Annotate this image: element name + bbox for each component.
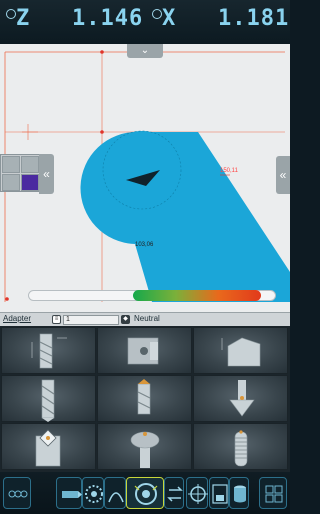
chevron-double-left-icon[interactable]: «	[276, 156, 290, 194]
chevron-double-down-icon[interactable]: ⌄	[127, 44, 163, 58]
tool-grooving-insert[interactable]	[193, 327, 288, 374]
app-root: Z 1.146 X 1.181 150,11 103,06 ⌄ « « Adap…	[0, 0, 290, 514]
coordinate-readout: Z 1.146 X 1.181	[0, 0, 290, 44]
z-axis-value[interactable]: 1.146	[72, 6, 143, 31]
adapter-label: Adapter	[3, 314, 32, 323]
zx-save-icon[interactable]	[209, 477, 229, 509]
neutral-icon[interactable]: ◆	[121, 315, 130, 324]
adapter-select[interactable]: 1	[63, 315, 119, 325]
axis-origin-icon	[152, 9, 162, 19]
z-axis-label: Z	[16, 6, 31, 31]
grid-view-icon[interactable]	[259, 477, 287, 509]
tool-twist-drill[interactable]	[97, 375, 192, 422]
progress-bar	[133, 290, 261, 301]
path-icon[interactable]	[104, 477, 126, 509]
tool-form-cutter[interactable]	[97, 423, 192, 470]
tool-boring-bar[interactable]	[97, 327, 192, 374]
view-cell[interactable]	[21, 156, 39, 173]
swap-icon[interactable]	[164, 477, 184, 509]
adapter-bar: Adapter ≡ 1 ◆ Neutral	[0, 312, 290, 326]
turret-icon[interactable]	[82, 477, 104, 509]
x-axis-label: X	[162, 6, 177, 31]
guide-point	[100, 50, 104, 54]
view-cell-active[interactable]	[21, 174, 39, 191]
origin-point	[5, 297, 9, 301]
tool-view-panel[interactable]	[0, 154, 40, 192]
spindle-icon[interactable]	[126, 477, 164, 509]
tool-end-mill[interactable]	[1, 327, 96, 374]
target-icon[interactable]	[186, 477, 208, 509]
tool-holder-icon[interactable]	[56, 477, 82, 509]
axis-origin-icon	[6, 9, 16, 19]
simulation-viewport[interactable]: 150,11 103,06 ⌄ « «	[0, 44, 290, 312]
guide-point	[100, 130, 104, 134]
x-axis-value[interactable]: 1.181	[218, 6, 289, 31]
bottom-toolbar	[0, 472, 290, 514]
list-icon[interactable]: ≡	[52, 315, 61, 324]
view-cell[interactable]	[2, 156, 20, 173]
dimension-label-1: 150,11	[220, 168, 239, 174]
tool-library-grid	[0, 326, 290, 472]
view-cell[interactable]	[2, 174, 20, 191]
collapse-left-icon[interactable]: «	[39, 154, 54, 194]
dimension-label-2: 103,06	[135, 242, 154, 248]
workpiece-arc	[103, 131, 181, 209]
tool-drill[interactable]	[1, 375, 96, 422]
neutral-label: Neutral	[134, 314, 160, 323]
menu-grid-icon[interactable]	[3, 477, 31, 509]
database-icon[interactable]	[229, 477, 249, 509]
tool-countersink[interactable]	[193, 375, 288, 422]
tool-indexable-cutter[interactable]	[1, 423, 96, 470]
tool-thread-mill[interactable]	[193, 423, 288, 470]
